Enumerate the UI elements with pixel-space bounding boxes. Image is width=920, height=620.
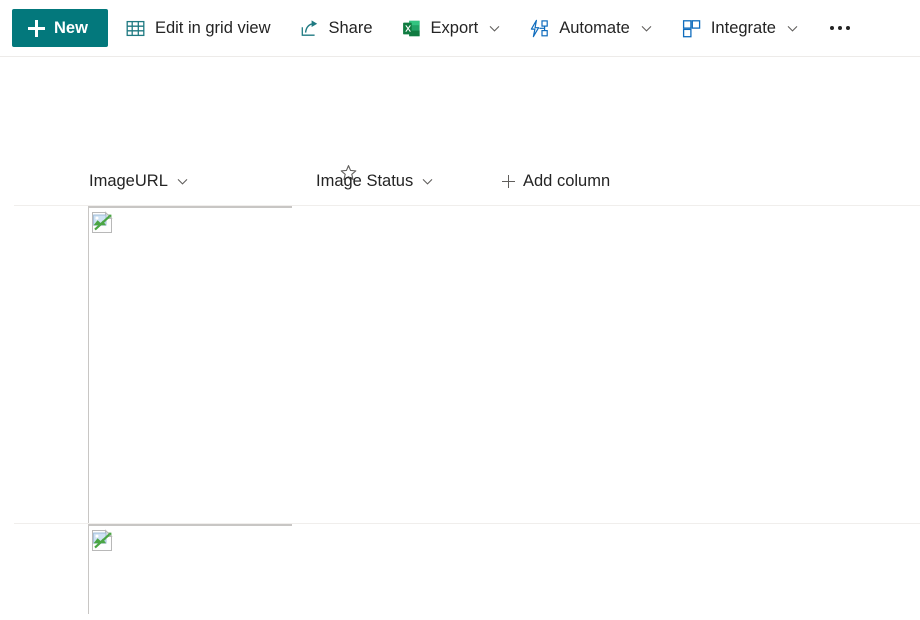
ellipsis-icon [845, 26, 850, 30]
broken-image-placeholder-icon [91, 529, 114, 552]
new-button[interactable]: New [12, 9, 108, 47]
column-header-image-status-label: Image Status [316, 171, 414, 190]
power-automate-icon [529, 18, 550, 39]
export-button[interactable]: Export [390, 6, 513, 50]
add-column-button[interactable]: Add column [494, 161, 618, 201]
ellipsis-icon [829, 26, 834, 30]
automate-button[interactable]: Automate [518, 6, 664, 50]
share-button[interactable]: Share [288, 6, 384, 50]
new-button-label: New [54, 18, 88, 37]
edit-in-grid-view-label: Edit in grid view [154, 18, 271, 37]
table-row[interactable] [0, 523, 920, 614]
ellipsis-icon [837, 26, 842, 30]
integrate-button[interactable]: Integrate [670, 6, 810, 50]
chevron-down-icon [785, 22, 799, 35]
share-icon [299, 18, 320, 39]
command-bar: New Edit in grid view Share Export Autom… [0, 0, 920, 57]
excel-icon [401, 18, 422, 39]
add-column-label: Add column [523, 171, 611, 190]
export-label: Export [430, 18, 479, 37]
chevron-down-icon [175, 175, 189, 188]
chevron-down-icon [420, 175, 434, 188]
plus-icon [28, 19, 45, 37]
automate-label: Automate [559, 18, 630, 37]
share-label: Share [328, 18, 373, 37]
grid-view-icon [125, 18, 146, 39]
column-header-imageurl-label: ImageURL [89, 171, 168, 190]
cell-imageurl[interactable] [88, 524, 292, 614]
cell-imageurl[interactable] [88, 206, 292, 523]
chevron-down-icon [487, 22, 501, 35]
cell-image-status[interactable] [308, 524, 488, 614]
integrate-label: Integrate [710, 18, 776, 37]
column-header-image-status[interactable]: Image Status [308, 161, 442, 201]
edit-in-grid-view-button[interactable]: Edit in grid view [114, 6, 282, 50]
list-title-strip [0, 57, 920, 181]
integrate-icon [681, 18, 702, 39]
list-column-header-row: ImageURL Image Status Add column [0, 157, 920, 205]
list-rows-area [0, 205, 920, 614]
plus-icon [502, 174, 515, 188]
broken-image-placeholder-icon [91, 211, 114, 234]
chevron-down-icon [639, 22, 653, 35]
more-options-button[interactable] [820, 6, 860, 50]
column-header-imageurl[interactable]: ImageURL [81, 161, 197, 201]
cell-image-status[interactable] [308, 206, 488, 523]
table-row[interactable] [0, 205, 920, 523]
